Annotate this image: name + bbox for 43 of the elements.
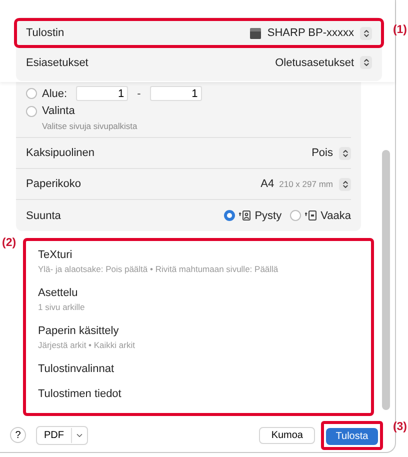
portrait-orientation-icon xyxy=(238,210,251,221)
setting-popup[interactable]: A4 210 x 297 mm xyxy=(260,178,351,190)
cancel-button[interactable]: Kumoa xyxy=(259,426,315,444)
stepper-icon xyxy=(339,178,351,190)
section-title[interactable]: Asettelu xyxy=(38,287,357,299)
callout-label: (3) xyxy=(392,421,407,433)
range-label: Alue: xyxy=(42,88,68,100)
printer-popup[interactable]: SHARP BP-xxxxx xyxy=(250,26,372,40)
section-summary: 1 sivu arkille xyxy=(38,302,86,312)
setting-popup[interactable]: Pois xyxy=(312,146,351,160)
radio-button[interactable] xyxy=(26,106,37,116)
presets-label: Esiasetukset xyxy=(26,56,88,68)
radio-button[interactable] xyxy=(26,88,37,99)
section-summary: Järjestä arkit • Kaikki arkit xyxy=(38,340,136,350)
stepper-icon xyxy=(360,56,372,69)
callout-label: (1) xyxy=(392,24,407,36)
scrollbar-thumb[interactable] xyxy=(382,150,390,410)
print-button[interactable]: Tulosta xyxy=(326,428,378,444)
section-title[interactable]: Paperin käsittely xyxy=(38,325,357,337)
printer-label: Tulostin xyxy=(26,27,64,39)
option-hint: Valitse sivuja sivupalkista xyxy=(42,121,138,131)
printer-icon xyxy=(250,28,262,38)
section-title[interactable]: Tulostimen tiedot xyxy=(38,388,357,400)
landscape-orientation-icon xyxy=(304,210,317,221)
section-title[interactable]: Tulostinvalinnat xyxy=(38,363,357,375)
radio-button[interactable] xyxy=(224,210,235,221)
to-page-field[interactable]: 1 xyxy=(150,86,202,101)
help-button[interactable]: ? xyxy=(10,427,26,443)
stepper-icon xyxy=(339,146,351,160)
option-label: Valinta xyxy=(42,105,75,117)
section-title[interactable]: TeXturi xyxy=(38,249,357,261)
orientation-option[interactable]: Pysty xyxy=(224,210,282,222)
radio-button[interactable] xyxy=(290,210,301,221)
section-summary: Ylä- ja alaotsake: Pois päältä • Rivitä mahtumaan sivulle: Päällä xyxy=(38,264,280,274)
setting-label: Kaksipuolinen xyxy=(26,147,94,159)
callout-label: (2) xyxy=(2,237,16,249)
range-separator: - xyxy=(137,88,141,100)
from-page-field[interactable]: 1 xyxy=(76,86,128,101)
orientation-option[interactable]: Vaaka xyxy=(290,210,351,222)
setting-label: Suunta xyxy=(26,210,61,222)
presets-popup[interactable]: Oletusasetukset xyxy=(275,56,372,69)
setting-label: Paperikoko xyxy=(26,178,82,190)
stepper-icon xyxy=(360,26,372,40)
